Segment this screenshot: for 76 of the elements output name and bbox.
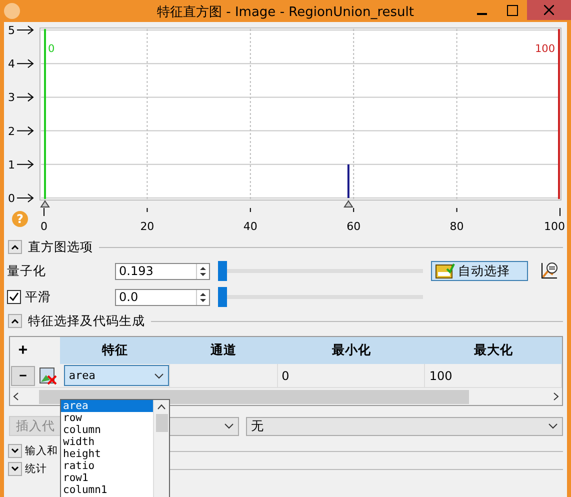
arrow-icon [16, 126, 34, 136]
add-button[interactable]: + [18, 342, 28, 360]
x-tick-label: 40 [243, 220, 258, 233]
option-combo[interactable]: 无 [246, 416, 563, 436]
arrow-icon [16, 160, 34, 169]
auto-select-button[interactable]: 自动选择 [431, 261, 528, 281]
column-header[interactable]: 最小化 [278, 337, 426, 364]
spin-arrows-icon[interactable] [196, 264, 209, 278]
scroll-up-icon[interactable] [157, 404, 166, 410]
y-tick-label: 2 [8, 124, 15, 138]
scrollbar-thumb[interactable] [39, 390, 469, 404]
histogram-bar [347, 164, 350, 198]
chevron-down-icon [548, 423, 558, 429]
maximize-icon [506, 4, 518, 16]
checkbox[interactable] [7, 290, 21, 304]
auto-icon [435, 263, 455, 279]
x-tick-label: 100 [544, 220, 565, 233]
x-tick-label: 0 [40, 220, 48, 233]
delete-image-icon[interactable] [38, 366, 57, 384]
scrollbar-thumb[interactable] [156, 414, 168, 432]
spin-field[interactable]: 0.193 [115, 262, 210, 280]
scroll-left-icon[interactable] [13, 392, 19, 401]
scroll-right-icon[interactable] [553, 392, 559, 401]
slider-thumb[interactable] [218, 287, 227, 307]
section-title: 特征选择及代码生成 [28, 312, 145, 330]
chevron-up-icon [11, 244, 19, 250]
dropdown-option[interactable]: row1 [61, 472, 153, 484]
slider[interactable] [218, 261, 423, 281]
chart-settings-icon[interactable] [540, 262, 558, 280]
option-label: 量子化 [7, 262, 46, 280]
collapse-toggle[interactable] [8, 444, 22, 458]
arrow-icon [16, 26, 34, 34]
dropdown-option[interactable]: height [61, 448, 153, 460]
chevron-down-icon [11, 466, 19, 472]
y-tick-label: 1 [8, 158, 15, 172]
chevron-up-icon [11, 318, 19, 324]
spin-field[interactable]: 0.0 [115, 288, 210, 306]
column-header[interactable]: 特征 [60, 337, 170, 364]
threshold-label: 0 [48, 43, 55, 55]
chevron-down-icon [224, 423, 234, 429]
feature-dropdown[interactable]: area [64, 365, 169, 386]
close-button[interactable] [527, 0, 571, 20]
column-header[interactable]: 通道 [170, 337, 278, 364]
arrow-icon [16, 194, 34, 202]
close-icon [544, 5, 554, 15]
collapse-toggle[interactable] [8, 240, 22, 254]
collapse-toggle[interactable] [8, 462, 22, 476]
section-title: 直方图选项 [28, 238, 93, 256]
collapse-toggle[interactable] [8, 314, 22, 328]
y-tick-label: 0 [8, 192, 15, 205]
option-label: 平滑 [25, 288, 51, 306]
dropdown-option[interactable]: column1 [61, 484, 153, 496]
remove-button[interactable]: − [10, 366, 35, 386]
x-tick-label: 60 [346, 220, 361, 233]
app-logo-icon [4, 3, 20, 19]
slider[interactable] [218, 287, 423, 307]
threshold-label: 100 [534, 43, 555, 55]
slider-thumb[interactable] [218, 261, 227, 281]
x-tick-label: 80 [450, 220, 464, 233]
y-tick-label: 5 [8, 24, 15, 37]
minimize-icon [477, 13, 487, 15]
y-tick-label: 3 [8, 91, 15, 104]
column-header[interactable]: 最大化 [425, 337, 562, 364]
window-title: 特征直方图 - Image - RegionUnion_result [157, 4, 414, 21]
x-tick-label: 20 [140, 220, 154, 233]
arrow-icon [16, 92, 34, 102]
chevron-down-icon [11, 448, 19, 454]
chevron-down-icon [154, 372, 164, 378]
dropdown-option[interactable]: ratio [61, 460, 153, 472]
section-title: 统计 [25, 462, 47, 476]
y-tick-label: 4 [8, 58, 15, 71]
dropdown-option[interactable]: width [61, 436, 153, 448]
dropdown-option[interactable]: area [61, 400, 153, 412]
section-title: 输入和 [25, 444, 58, 458]
arrow-icon [16, 59, 34, 68]
spin-arrows-icon[interactable] [196, 290, 209, 304]
